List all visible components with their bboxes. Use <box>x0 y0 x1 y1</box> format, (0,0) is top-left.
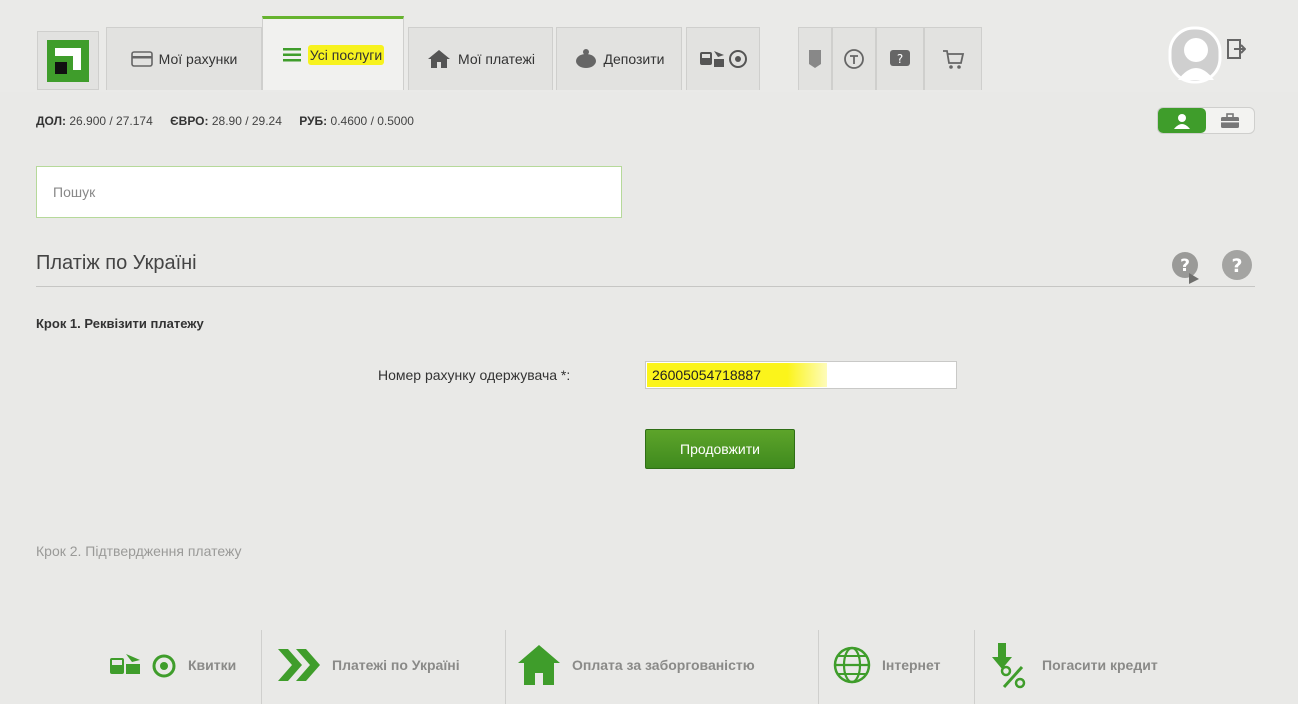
bank-logo[interactable] <box>37 31 99 90</box>
ukraine-services-button[interactable] <box>798 27 832 90</box>
tab-deposits[interactable]: Депозити <box>556 27 682 90</box>
footer-link-label: Оплата за заборгованістю <box>572 657 755 673</box>
rub-label: РУБ: <box>299 114 328 128</box>
footer-divider <box>261 630 262 704</box>
house-icon <box>428 50 450 68</box>
svg-text:?: ? <box>897 52 903 66</box>
usd-rate: 26.900 / 27.174 <box>69 114 153 128</box>
train-plane-icon <box>700 50 747 68</box>
footer-link-internet[interactable]: Інтернет <box>832 626 940 704</box>
card-icon <box>130 51 153 67</box>
tab-my-payments[interactable]: Мої платежі <box>408 27 553 90</box>
tab-all-services[interactable]: Усі послуги <box>262 16 404 90</box>
footer-divider <box>974 630 975 704</box>
footer-link-repay-credit[interactable]: Погасити кредит <box>990 626 1158 704</box>
exchange-rates: ДОЛ: 26.900 / 27.174 ЄВРО: 28.90 / 29.24… <box>36 114 428 128</box>
tab-label: Усі послуги <box>307 44 385 65</box>
help-center-button[interactable]: ? <box>876 27 924 90</box>
logout-icon <box>1227 39 1247 59</box>
currency-button[interactable] <box>832 27 876 90</box>
tab-my-accounts[interactable]: Мої рахунки <box>106 27 262 90</box>
continue-button[interactable]: Продовжити <box>645 429 795 469</box>
page-title: Платіж по Україні <box>36 252 197 274</box>
tab-label: Мої рахунки <box>158 51 238 67</box>
account-type-switch[interactable] <box>1157 107 1255 134</box>
footer-link-label: Погасити кредит <box>1042 657 1158 673</box>
percent-down-icon <box>992 643 1026 689</box>
piggy-bank-icon <box>575 49 596 68</box>
tab-label: Мої платежі <box>458 51 535 67</box>
rub-rate: 0.4600 / 0.5000 <box>330 114 414 128</box>
footer-link-label: Платежі по Україні <box>332 657 460 673</box>
svg-text:?: ? <box>1231 255 1242 277</box>
account-number-label: Номер рахунку одержувача *: <box>378 367 571 383</box>
usd-label: ДОЛ: <box>36 114 66 128</box>
shop-button[interactable] <box>924 27 982 90</box>
tickets-button[interactable] <box>686 27 760 90</box>
person-icon <box>1174 113 1190 129</box>
double-chevron-icon <box>278 649 320 681</box>
footer-divider <box>505 630 506 704</box>
search-input[interactable] <box>36 166 622 218</box>
footer-link-tickets[interactable]: Квитки <box>108 626 236 704</box>
top-navigation: Мої рахунки Усі послуги Мої платежі Депо… <box>0 0 1298 92</box>
globe-icon <box>833 646 871 684</box>
footer-link-ukraine-payments[interactable]: Платежі по Україні <box>276 626 460 704</box>
house-icon <box>518 645 560 685</box>
briefcase-icon <box>1221 112 1239 128</box>
video-help-icon: ? <box>1172 252 1199 284</box>
quick-links-footer: Квитки Платежі по Україні Оплата за забо… <box>0 626 1298 704</box>
footer-divider <box>818 630 819 704</box>
footer-link-label: Квитки <box>188 657 237 673</box>
personal-mode-toggle[interactable] <box>1158 108 1206 133</box>
svg-text:?: ? <box>1180 256 1190 276</box>
title-divider <box>36 286 1255 287</box>
privat-logo-icon <box>47 39 89 82</box>
account-number-field[interactable]: 26005054718887 <box>645 361 957 389</box>
trident-icon <box>809 50 821 68</box>
account-number-value: 26005054718887 <box>652 367 762 383</box>
eur-rate: 28.90 / 29.24 <box>211 114 282 128</box>
footer-link-label: Інтернет <box>882 657 941 673</box>
footer-link-debt-payment[interactable]: Оплата за заборгованістю <box>516 626 755 704</box>
help-button[interactable]: ? <box>1221 249 1253 286</box>
logout-button[interactable] <box>1226 38 1247 65</box>
step-1-title: Крок 1. Реквізити платежу <box>36 316 204 331</box>
train-plane-icon <box>110 654 176 678</box>
business-mode-toggle[interactable] <box>1206 108 1254 133</box>
user-avatar[interactable] <box>1168 26 1222 89</box>
help-icon: ? <box>1222 250 1252 280</box>
question-box-icon: ? <box>890 50 910 66</box>
coin-icon <box>844 49 864 69</box>
list-icon <box>282 47 301 61</box>
cart-icon <box>943 50 965 69</box>
tab-label: Депозити <box>603 51 665 67</box>
video-help-button[interactable]: ? <box>1171 251 1201 290</box>
eur-label: ЄВРО: <box>170 114 209 128</box>
step-2-title: Крок 2. Підтвердження платежу <box>36 543 242 559</box>
avatar-icon <box>1168 26 1222 84</box>
